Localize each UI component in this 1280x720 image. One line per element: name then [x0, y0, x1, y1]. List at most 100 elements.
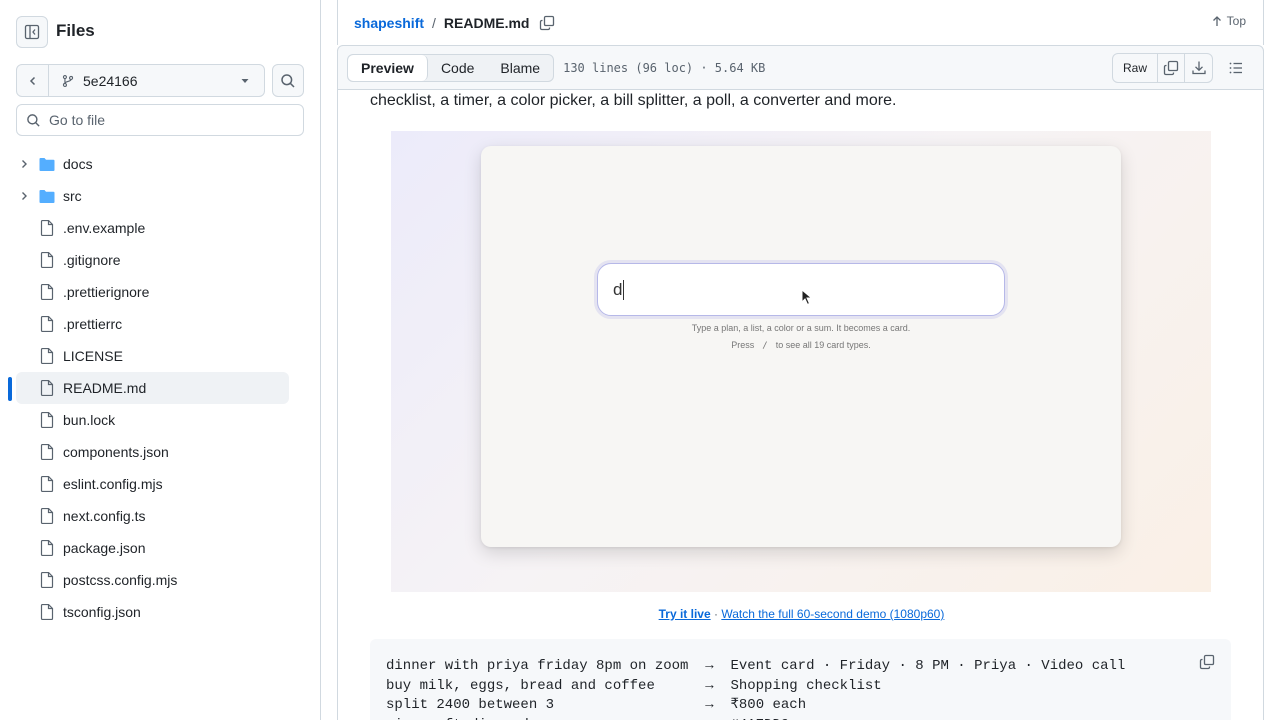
- tree-file[interactable]: README.md: [16, 372, 289, 404]
- tab-code[interactable]: Code: [428, 55, 487, 81]
- tree-file[interactable]: .prettierrc: [16, 308, 289, 340]
- outline-button[interactable]: [1221, 53, 1251, 83]
- copy-path-button[interactable]: [539, 15, 555, 31]
- copy-raw-button[interactable]: [1158, 54, 1185, 82]
- readme-content: checklist, a timer, a color picker, a bi…: [337, 90, 1264, 720]
- tree-item-label: LICENSE: [63, 348, 123, 364]
- branch-selector-group: 5e24166: [16, 64, 265, 97]
- tree-file[interactable]: postcss.config.mjs: [16, 564, 289, 596]
- tab-blame[interactable]: Blame: [487, 55, 553, 81]
- tree-item-label: docs: [63, 156, 93, 172]
- search-icon: [281, 73, 295, 88]
- sidebar-collapse-icon: [24, 24, 40, 40]
- download-icon: [1191, 61, 1206, 75]
- download-button[interactable]: [1185, 54, 1212, 82]
- file-icon: [40, 444, 54, 460]
- file-icon: [40, 284, 54, 300]
- arrow-up-icon: [1212, 16, 1221, 26]
- file-icon: [40, 220, 54, 236]
- tree-file[interactable]: package.json: [16, 532, 289, 564]
- file-actions: Raw: [1111, 53, 1251, 83]
- breadcrumb-repo-link[interactable]: shapeshift: [354, 15, 424, 31]
- back-button[interactable]: [17, 65, 49, 96]
- file-icon: [40, 348, 54, 364]
- branch-name: 5e24166: [83, 72, 138, 89]
- tree-item-label: eslint.config.mjs: [63, 476, 163, 492]
- tree-file[interactable]: .prettierignore: [16, 276, 289, 308]
- folder-icon: [39, 189, 55, 203]
- raw-button[interactable]: Raw: [1113, 54, 1158, 82]
- code-line: split 2400 between 3 → ₹800 each: [386, 697, 807, 714]
- selected-indicator: [8, 377, 12, 401]
- collapse-sidebar-button[interactable]: [16, 16, 48, 48]
- tree-chevron[interactable]: [16, 158, 32, 170]
- folder-icon: [39, 157, 55, 171]
- file-icon: [40, 252, 54, 268]
- top-label: Top: [1226, 14, 1246, 28]
- tree-chevron[interactable]: [16, 190, 32, 202]
- file-icon: [40, 476, 54, 492]
- tab-preview[interactable]: Preview: [348, 54, 428, 81]
- folder-icon-wrap: [39, 157, 55, 172]
- copy-icon: [1199, 654, 1215, 670]
- file-icon-wrap: [39, 540, 55, 556]
- list-unordered-icon: [1229, 62, 1242, 74]
- watch-demo-link[interactable]: Watch the full 60-second demo (1080p60): [721, 607, 944, 621]
- copy-code-button[interactable]: [1199, 654, 1215, 673]
- readme-paragraph: checklist, a timer, a color picker, a bi…: [370, 92, 897, 109]
- tree-folder[interactable]: docs: [16, 148, 289, 180]
- back-to-top-link[interactable]: Top: [1211, 14, 1246, 28]
- file-header: shapeshift / README.md Top: [337, 0, 1264, 45]
- code-block: dinner with priya friday 8pm on zoom → E…: [370, 639, 1231, 720]
- demo-card: d Type a plan, a list, a color or a sum.…: [481, 146, 1121, 547]
- file-tree: docs src .env.example .gitignore .prettierig…: [16, 148, 289, 628]
- search-icon: [27, 113, 40, 127]
- tree-file[interactable]: .gitignore: [16, 244, 289, 276]
- demo-hint-line1: Type a plan, a list, a color or a sum. I…: [691, 323, 911, 333]
- file-icon: [40, 508, 54, 524]
- file-icon: [40, 604, 54, 620]
- file-icon: [40, 316, 54, 332]
- folder-icon-wrap: [39, 189, 55, 204]
- file-icon-wrap: [39, 508, 55, 524]
- file-icon: [40, 540, 54, 556]
- go-to-file-input[interactable]: [49, 112, 289, 128]
- file-icon-wrap: [39, 604, 55, 620]
- tree-item-label: next.config.ts: [63, 508, 146, 524]
- branch-dropdown[interactable]: 5e24166: [49, 73, 264, 89]
- tree-item-label: src: [63, 188, 82, 204]
- chevron-right-icon: [22, 192, 27, 200]
- file-icon: [40, 380, 54, 396]
- demo-hint-line2: Press / to see all 19 card types.: [481, 340, 1121, 351]
- tree-folder[interactable]: src: [16, 180, 289, 212]
- try-it-live-link[interactable]: Try it live: [659, 607, 711, 621]
- copy-icon: [540, 15, 555, 30]
- file-icon: [40, 572, 54, 588]
- tree-file[interactable]: components.json: [16, 436, 289, 468]
- tree-file[interactable]: next.config.ts: [16, 500, 289, 532]
- go-to-file-field[interactable]: [16, 104, 304, 136]
- tree-item-label: .gitignore: [63, 252, 121, 268]
- tree-file[interactable]: .env.example: [16, 212, 289, 244]
- breadcrumb-file: README.md: [443, 14, 530, 31]
- file-icon-wrap: [39, 284, 55, 300]
- tree-file[interactable]: LICENSE: [16, 340, 289, 372]
- tree-file[interactable]: eslint.config.mjs: [16, 468, 289, 500]
- mouse-pointer-icon: [801, 289, 813, 306]
- tree-file[interactable]: tsconfig.json: [16, 596, 289, 628]
- file-toolbar: Preview Code Blame 130 lines (96 loc) · …: [337, 45, 1264, 90]
- demo-hint-prefix: Press: [731, 340, 755, 350]
- file-icon-wrap: [39, 476, 55, 492]
- search-files-button[interactable]: [272, 64, 304, 97]
- chevron-right-icon: [22, 160, 27, 168]
- git-branch-icon: [62, 74, 74, 87]
- tree-item-label: tsconfig.json: [63, 604, 141, 620]
- links-separator: ·: [710, 607, 722, 621]
- tree-item-label: README.md: [63, 380, 147, 396]
- file-icon-wrap: [39, 316, 55, 332]
- code-line: minecraft diamond → #4AEDD9: [386, 716, 1125, 720]
- tree-file[interactable]: bun.lock: [16, 404, 289, 436]
- file-info: 130 lines (96 loc) · 5.64 KB: [563, 60, 766, 75]
- demo-links: Try it live · Watch the full 60-second d…: [338, 607, 1263, 621]
- file-tree-sidebar: Files 5e24166 docs src .env.example .gitign…: [0, 0, 321, 720]
